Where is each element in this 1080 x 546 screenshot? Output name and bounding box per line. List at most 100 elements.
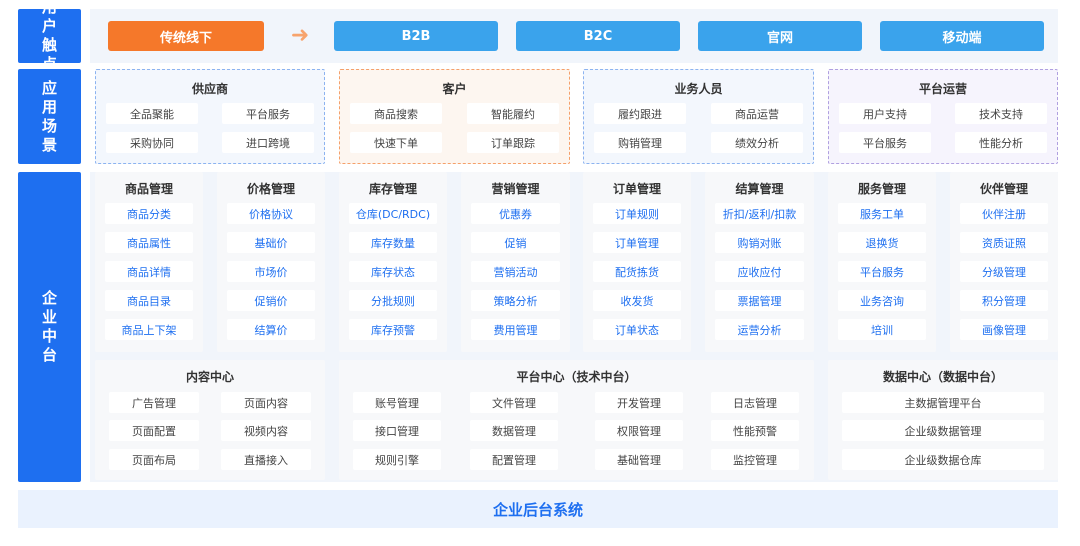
- module-item[interactable]: 仓库(DC/RDC): [349, 203, 437, 224]
- module-item[interactable]: 配货拣货: [593, 261, 681, 282]
- platform-item[interactable]: 权限管理: [595, 420, 683, 441]
- module-item[interactable]: 促销: [471, 232, 560, 253]
- module-item[interactable]: 票据管理: [715, 290, 804, 311]
- module-settlement: 结算管理 折扣/返利/扣款 购销对账 应收应付 票据管理 运营分析: [705, 172, 814, 352]
- data-center-title: 数据中心（数据中台）: [882, 370, 1003, 384]
- module-item[interactable]: 库存预警: [349, 319, 437, 340]
- content-item[interactable]: 页面配置: [109, 420, 199, 441]
- content-center-title: 内容中心: [185, 370, 234, 384]
- scene-title: 平台运营: [918, 82, 967, 96]
- scene-item[interactable]: 商品运营: [711, 103, 803, 124]
- scene-item[interactable]: 平台服务: [222, 103, 314, 124]
- module-item[interactable]: 折扣/返利/扣款: [715, 203, 804, 224]
- module-item[interactable]: 平台服务: [838, 261, 926, 282]
- module-item[interactable]: 商品目录: [105, 290, 193, 311]
- scene-item[interactable]: 购销管理: [594, 132, 686, 153]
- module-item[interactable]: 库存数量: [349, 232, 437, 253]
- module-item[interactable]: 营销活动: [471, 261, 560, 282]
- module-item[interactable]: 库存状态: [349, 261, 437, 282]
- module-item[interactable]: 退换货: [838, 232, 926, 253]
- module-item[interactable]: 分批规则: [349, 290, 437, 311]
- platform-item[interactable]: 账号管理: [353, 392, 441, 413]
- scene-item[interactable]: 全品聚能: [106, 103, 198, 124]
- module-item[interactable]: 费用管理: [471, 319, 560, 340]
- platform-item[interactable]: 日志管理: [711, 392, 799, 413]
- module-item[interactable]: 积分管理: [960, 290, 1048, 311]
- module-item[interactable]: 业务咨询: [838, 290, 926, 311]
- module-item[interactable]: 订单规则: [593, 203, 681, 224]
- data-center: 数据中心（数据中台） 主数据管理平台 企业级数据管理 企业级数据仓库: [828, 360, 1058, 480]
- platform-item[interactable]: 监控管理: [711, 449, 799, 470]
- scene-item[interactable]: 性能分析: [955, 132, 1047, 153]
- scene-item[interactable]: 绩效分析: [711, 132, 803, 153]
- scene-title: 客户: [442, 82, 467, 96]
- scene-item[interactable]: 平台服务: [839, 132, 931, 153]
- side-label-center: 企业中台: [18, 172, 81, 482]
- platform-item[interactable]: 开发管理: [595, 392, 683, 413]
- platform-item[interactable]: 规则引擎: [353, 449, 441, 470]
- module-item[interactable]: 伙伴注册: [960, 203, 1048, 224]
- module-item[interactable]: 订单管理: [593, 232, 681, 253]
- platform-item[interactable]: 文件管理: [470, 392, 558, 413]
- scene-item[interactable]: 采购协同: [106, 132, 198, 153]
- channel-b2b[interactable]: B2B: [334, 21, 498, 51]
- channel-offline[interactable]: 传统线下: [108, 21, 264, 51]
- module-item[interactable]: 结算价: [227, 319, 315, 340]
- module-partner: 伙伴管理 伙伴注册 资质证照 分级管理 积分管理 画像管理: [950, 172, 1058, 352]
- scene-title: 业务人员: [674, 82, 723, 96]
- module-item[interactable]: 市场价: [227, 261, 315, 282]
- platform-item[interactable]: 接口管理: [353, 420, 441, 441]
- module-item[interactable]: 基础价: [227, 232, 315, 253]
- scene-customer: 客户 商品搜索 智能履约 快速下单 订单跟踪: [339, 69, 570, 164]
- module-item[interactable]: 培训: [838, 319, 926, 340]
- module-item[interactable]: 策略分析: [471, 290, 560, 311]
- platform-item[interactable]: 配置管理: [470, 449, 558, 470]
- module-marketing: 营销管理 优惠券 促销 营销活动 策略分析 费用管理: [461, 172, 570, 352]
- scene-item[interactable]: 快速下单: [350, 132, 442, 153]
- side-label-scene: 应用场景: [18, 69, 81, 164]
- module-item[interactable]: 商品详情: [105, 261, 193, 282]
- module-item[interactable]: 价格协议: [227, 203, 315, 224]
- content-item[interactable]: 页面内容: [221, 392, 311, 413]
- channel-website[interactable]: 官网: [698, 21, 862, 51]
- platform-item[interactable]: 基础管理: [595, 449, 683, 470]
- module-item[interactable]: 商品属性: [105, 232, 193, 253]
- scene-item[interactable]: 履约跟进: [594, 103, 686, 124]
- scene-item[interactable]: 用户支持: [839, 103, 931, 124]
- arrow-right-icon: ➜: [290, 23, 310, 48]
- module-item[interactable]: 服务工单: [838, 203, 926, 224]
- side-label-touch: 用户触点: [18, 0, 81, 73]
- backend-system-bar: 企业后台系统: [18, 490, 1058, 528]
- module-item[interactable]: 运营分析: [715, 319, 804, 340]
- scene-item[interactable]: 技术支持: [955, 103, 1047, 124]
- data-item[interactable]: 企业级数据管理: [842, 420, 1044, 441]
- channel-b2c[interactable]: B2C: [516, 21, 680, 51]
- module-item[interactable]: 购销对账: [715, 232, 804, 253]
- scene-staff: 业务人员 履约跟进 商品运营 购销管理 绩效分析: [583, 69, 814, 164]
- data-item[interactable]: 企业级数据仓库: [842, 449, 1044, 470]
- content-item[interactable]: 页面布局: [109, 449, 199, 470]
- module-item[interactable]: 应收应付: [715, 261, 804, 282]
- side-label-touch-text: 用户触点: [41, 0, 57, 73]
- content-item[interactable]: 广告管理: [109, 392, 199, 413]
- module-item[interactable]: 优惠券: [471, 203, 560, 224]
- data-item[interactable]: 主数据管理平台: [842, 392, 1044, 413]
- scene-item[interactable]: 商品搜索: [350, 103, 442, 124]
- channel-mobile[interactable]: 移动端: [880, 21, 1044, 51]
- scene-item[interactable]: 进口跨境: [222, 132, 314, 153]
- module-item[interactable]: 收发货: [593, 290, 681, 311]
- content-item[interactable]: 直播接入: [221, 449, 311, 470]
- scene-item[interactable]: 订单跟踪: [467, 132, 559, 153]
- platform-item[interactable]: 性能预警: [711, 420, 799, 441]
- platform-item[interactable]: 数据管理: [470, 420, 558, 441]
- module-item[interactable]: 商品分类: [105, 203, 193, 224]
- module-product: 商品管理 商品分类 商品属性 商品详情 商品目录 商品上下架: [95, 172, 203, 352]
- module-item[interactable]: 分级管理: [960, 261, 1048, 282]
- content-item[interactable]: 视频内容: [221, 420, 311, 441]
- module-item[interactable]: 资质证照: [960, 232, 1048, 253]
- module-item[interactable]: 商品上下架: [105, 319, 193, 340]
- module-item[interactable]: 促销价: [227, 290, 315, 311]
- module-item[interactable]: 画像管理: [960, 319, 1048, 340]
- scene-item[interactable]: 智能履约: [467, 103, 559, 124]
- module-item[interactable]: 订单状态: [593, 319, 681, 340]
